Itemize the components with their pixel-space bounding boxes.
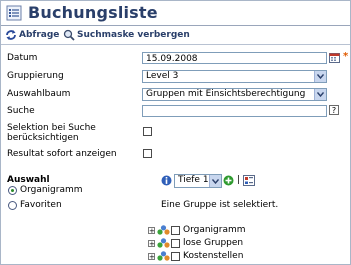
chevron-down-icon [314, 71, 326, 82]
chevron-down-icon [209, 175, 221, 187]
date-label: Datum [7, 53, 38, 63]
query-button[interactable]: Abfrage [5, 29, 59, 41]
list-document-icon [6, 5, 22, 21]
tree-item-checkbox[interactable] [171, 238, 180, 248]
toolbar-separator: | [237, 175, 241, 185]
hide-search-button[interactable]: Suchmaske verbergen [63, 29, 190, 41]
info-icon[interactable] [161, 175, 172, 186]
tree-item[interactable]: + Kostenstellen [148, 251, 243, 261]
depth-select[interactable]: Tiefe 1 [174, 174, 222, 188]
grouping-select[interactable]: Level 3 [142, 70, 327, 83]
tree-item-label: Organigramm [183, 225, 246, 235]
expand-icon[interactable]: + [148, 226, 155, 234]
tree-item-label: Kostenstellen [183, 251, 244, 261]
magnifier-icon [63, 29, 75, 41]
group-icon [157, 238, 170, 248]
tree-item-label: lose Gruppen [183, 238, 244, 248]
selection-search-label-line1: Selektion bei Suche [7, 123, 96, 133]
radio-favorites[interactable] [8, 201, 17, 210]
search-label: Suche [7, 106, 35, 116]
depth-value: Tiefe 1 [178, 175, 209, 185]
org-chart-icon[interactable] [243, 175, 255, 186]
grouping-label: Gruppierung [7, 71, 64, 81]
radio-favorites-label: Favoriten [20, 200, 62, 210]
tree-label: Auswahlbaum [7, 89, 71, 99]
required-marker: * [343, 51, 349, 62]
expand-icon[interactable]: + [148, 239, 155, 247]
selection-status: Eine Gruppe ist selektiert. [161, 200, 279, 210]
tree-value: Gruppen mit Einsichtsberechtigung [146, 89, 306, 99]
toolbar-divider [1, 44, 350, 45]
title-bar: Buchungsliste [1, 1, 350, 25]
expand-icon[interactable]: + [148, 252, 155, 260]
selection-title: Auswahl [7, 175, 50, 185]
tree-item-checkbox[interactable] [171, 251, 180, 261]
search-input[interactable] [142, 105, 327, 117]
tree-select[interactable]: Gruppen mit Einsichtsberechtigung [142, 88, 327, 101]
group-icon [157, 225, 170, 235]
date-field[interactable]: 15.09.2008 [142, 52, 327, 64]
toolbar: Abfrage Suchmaske verbergen [1, 26, 350, 44]
page-title: Buchungsliste [28, 3, 158, 22]
help-icon[interactable]: ? [329, 105, 339, 115]
show-result-checkbox[interactable] [143, 149, 152, 158]
tree-item-checkbox[interactable] [171, 225, 180, 235]
radio-organigram-label: Organigramm [20, 185, 83, 195]
query-label: Abfrage [19, 30, 60, 40]
group-icon [157, 251, 170, 261]
selection-search-checkbox[interactable] [143, 127, 152, 136]
show-result-label: Resultat sofort anzeigen [7, 149, 117, 159]
tree-item[interactable]: + Organigramm [148, 225, 246, 235]
grouping-value: Level 3 [146, 71, 179, 81]
calendar-icon[interactable] [329, 52, 340, 63]
tree-item[interactable]: + lose Gruppen [148, 238, 243, 248]
refresh-icon [6, 30, 16, 40]
hide-search-label: Suchmaske verbergen [77, 30, 190, 40]
add-icon[interactable] [223, 175, 234, 186]
radio-organigram[interactable] [8, 186, 17, 195]
selection-search-label-line2: berücksichtigen [7, 133, 79, 143]
chevron-down-icon [314, 89, 326, 100]
